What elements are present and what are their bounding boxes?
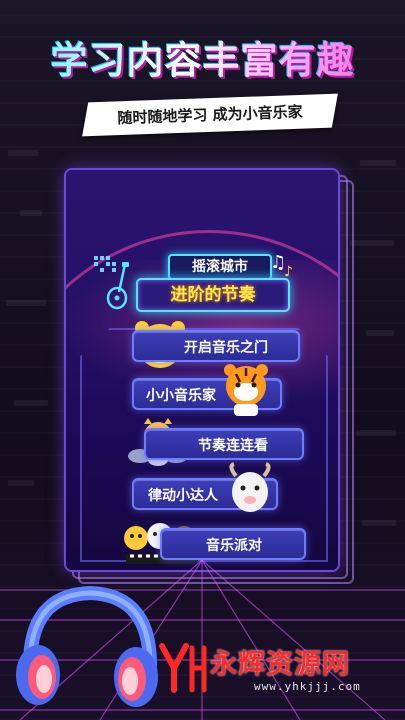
phone-screen: 摇滚城市 进阶的节奏 ♫ ♪ 开启音乐之门 小小音乐家 节奏连连看 律动小达人 … [66, 170, 338, 570]
goat-mascot-icon [229, 462, 271, 512]
menu-item-5[interactable]: 音乐派对 [160, 528, 306, 560]
headphone-icon [16, 585, 158, 707]
guitar-icon [106, 262, 129, 310]
menu-item-1[interactable]: 开启音乐之门 [132, 330, 300, 362]
menu-item-3-label: 节奏连连看 [198, 438, 268, 454]
menu-item-5-label: 音乐派对 [206, 538, 262, 554]
music-note-small-icon: ♪ [284, 264, 293, 280]
page-title: 学习内容丰富有趣 [0, 30, 405, 84]
brand-logo-icon [159, 643, 207, 693]
brand-name: 永辉资源网 [210, 649, 350, 680]
menu-item-3[interactable]: 节奏连连看 [144, 428, 304, 460]
course-sign: 摇滚城市 进阶的节奏 ♫ ♪ [106, 252, 302, 314]
watermark-logo: 永辉资源网 www.yhkjjj.com [158, 640, 398, 708]
brand-url: www.yhkjjj.com [254, 680, 361, 693]
menu-item-2-label: 小小音乐家 [146, 388, 216, 404]
menu-item-1-label: 开启音乐之门 [184, 340, 268, 356]
sign-title-top: 摇滚城市 [168, 254, 272, 280]
tiger-mascot-icon [224, 364, 268, 416]
menu-item-4-label: 律动小达人 [148, 488, 218, 504]
sign-title-main: 进阶的节奏 [136, 278, 290, 312]
